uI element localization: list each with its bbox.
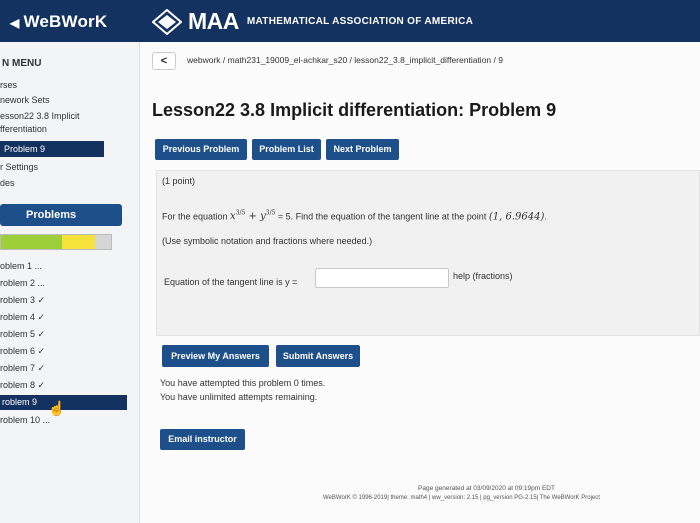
footer-credits: WeBWorK © 1996-2019| theme: math4 | ww_v… [323,495,600,501]
sidebar-item-settings[interactable]: r Settings [0,162,38,172]
problem-link-6[interactable]: roblem 6 ✓ [0,346,45,357]
problem-link-4[interactable]: roblem 4 ✓ [0,312,45,323]
math-x-exponent: 3/5 [235,210,246,217]
problem-panel [156,170,700,336]
notation-hint: (Use symbolic notation and fractions whe… [162,236,373,246]
breadcrumb[interactable]: webwork / math231_19009_el-achkar_s20 / … [187,55,503,65]
page-title: Lesson22 3.8 Implicit differentiation: P… [152,100,557,120]
help-fractions-link[interactable]: help (fractions) [453,271,513,281]
submit-answers-button[interactable]: Submit Answers [276,345,360,367]
next-problem-button[interactable]: Next Problem [326,139,399,160]
sidebar-item-active-problem[interactable]: Problem 9 [0,141,104,157]
answer-label: Equation of the tangent line is y = [164,277,298,287]
hand-cursor-icon: ☝ [48,400,66,416]
math-y-exponent: 3/5 [265,210,276,217]
sidebar: N MENU rses nework Sets esson22 3.8 Impl… [0,42,140,523]
webwork-brand[interactable]: ◀ WeBWorK [10,12,107,32]
sidebar-item-courses[interactable]: rses [0,80,17,90]
maa-diamond-icon [152,8,182,35]
question-suffix: . [544,211,547,222]
progress-partial-fill [61,235,95,249]
sidebar-item-homework-sets[interactable]: nework Sets [0,95,50,105]
maa-subtitle: MATHEMATICAL ASSOCIATION OF AMERICA [246,16,474,27]
sidebar-item-grades[interactable]: des [0,178,15,188]
problem-link-5[interactable]: roblem 5 ✓ [0,329,45,340]
problem-link-3[interactable]: roblem 3 ✓ [0,295,45,306]
question-prefix: For the equation [162,211,231,222]
sidebar-item-set-name[interactable]: esson22 3.8 Implicit [0,111,80,121]
question-middle: = 5. Find the equation of the tangent li… [275,211,489,222]
problem-link-10[interactable]: roblem 10 ... [0,415,50,425]
problem-link-1[interactable]: oblem 1 ... [0,261,42,271]
email-instructor-button[interactable]: Email instructor [160,429,245,450]
attempts-count-text: You have attempted this problem 0 times. [160,378,326,388]
point-value: (1 point) [162,176,196,186]
preview-answers-button[interactable]: Preview My Answers [162,345,269,367]
problem-link-2[interactable]: roblem 2 ... [0,278,45,288]
answer-input[interactable] [315,268,449,288]
progress-bar [0,234,112,250]
back-button[interactable]: < [152,52,176,70]
problems-header-button[interactable]: Problems [0,204,122,226]
page-generated-text: Page generated at 03/09/2020 at 09:19pm … [418,485,555,492]
sidebar-item-set-name-cont[interactable]: fferentiation [0,124,47,134]
problem-link-8[interactable]: roblem 8 ✓ [0,380,45,391]
top-header-bar: ◀ WeBWorK MAA MATHEMATICAL ASSOCIATION OF… [0,0,700,42]
progress-correct-fill [1,235,62,249]
attempts-remaining-text: You have unlimited attempts remaining. [160,392,318,402]
maa-logo-text: MAA [188,8,239,34]
math-plus: + [245,211,261,223]
problem-link-7[interactable]: roblem 7 ✓ [0,363,45,374]
problem-statement: For the equation x3/5 + y3/5 = 5. Find t… [162,210,547,222]
chevron-left-icon: < [160,55,168,67]
previous-problem-button[interactable]: Previous Problem [155,139,247,160]
main-menu-heading: N MENU [2,58,42,69]
brand-text: WeBWorK [23,12,108,31]
maa-logo-group[interactable]: MAA MATHEMATICAL ASSOCIATION OF AMERICA [152,8,473,35]
math-point: (1, 6.9644) [488,211,545,223]
problem-list-button[interactable]: Problem List [252,139,321,160]
